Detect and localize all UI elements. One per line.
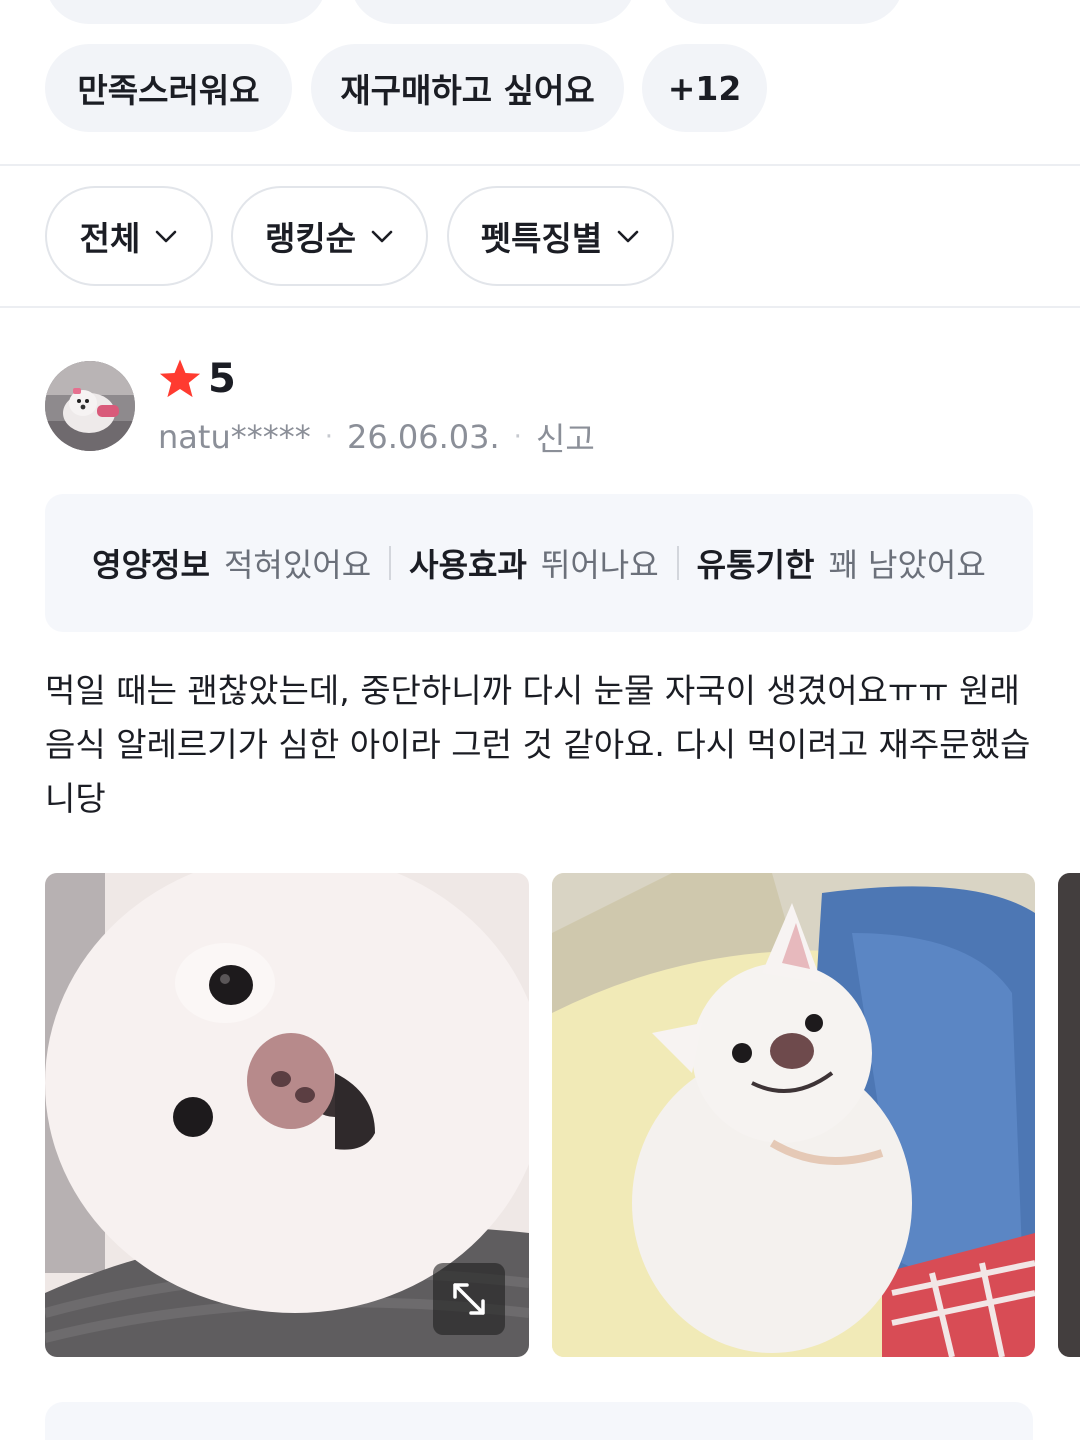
attribute-key: 사용효과 xyxy=(409,546,527,584)
star-icon xyxy=(159,359,201,398)
next-review-attributes xyxy=(45,1402,1033,1440)
section-divider xyxy=(0,306,1080,308)
attribute-divider xyxy=(676,546,679,580)
review-body: 먹일 때는 괜찮았는데, 중단하니까 다시 눈물 자국이 생겼어요ㅠㅠ 원래 음… xyxy=(45,671,1031,818)
filter-all-dropdown[interactable]: 전체 xyxy=(45,186,213,286)
attribute-value: 적혀있어요 xyxy=(223,546,372,584)
report-link[interactable]: 신고 xyxy=(536,414,595,460)
review-photo-3-image xyxy=(1058,873,1080,1357)
review-photo-1[interactable] xyxy=(45,873,529,1357)
keyword-more-button[interactable]: +12 xyxy=(642,44,767,132)
filter-label: 펫특징별 xyxy=(480,219,603,258)
avatar-dog-image xyxy=(45,361,135,451)
filter-sort-dropdown[interactable]: 랭킹순 xyxy=(231,186,428,286)
attribute-key: 유통기한 xyxy=(696,546,815,584)
review-attributes: 영양정보 적혀있어요 사용효과 뛰어나요 유통기한 꽤 남았어요 xyxy=(45,494,1033,632)
attribute-value: 뛰어나요 xyxy=(540,546,659,584)
attribute-divider xyxy=(389,546,392,580)
review-date: 26.06.03. xyxy=(346,418,500,456)
rating-value: 5 xyxy=(208,356,236,402)
keyword-chip-repurchase[interactable]: 재구매하고 싶어요 xyxy=(311,44,624,132)
section-divider xyxy=(0,164,1080,166)
expand-button[interactable] xyxy=(433,1263,505,1335)
keyword-chip-hidden-3[interactable] xyxy=(660,0,904,24)
expand-icon xyxy=(453,1283,485,1315)
chevron-down-icon xyxy=(371,230,393,243)
avatar[interactable] xyxy=(45,361,135,451)
filter-pet-trait-dropdown[interactable]: 펫특징별 xyxy=(447,186,674,286)
reviewer-name: natu***** xyxy=(158,418,311,456)
chevron-down-icon xyxy=(617,230,639,243)
review-meta: natu***** · 26.06.03. · 신고 xyxy=(158,414,595,460)
keyword-chip-hidden-1[interactable] xyxy=(45,0,327,24)
review-page: 만족스러워요 재구매하고 싶어요 +12 전체 랭킹순 펫특징별 5 natu*… xyxy=(0,0,1080,1440)
filter-label: 전체 xyxy=(79,219,141,258)
filter-label: 랭킹순 xyxy=(264,219,357,258)
attribute-value: 꽤 남았어요 xyxy=(828,546,986,584)
dog-on-pillow-image xyxy=(552,873,1035,1357)
keyword-chip-hidden-2[interactable] xyxy=(350,0,636,24)
review-photo-2[interactable] xyxy=(552,873,1035,1357)
attribute-key: 영양정보 xyxy=(92,546,210,584)
keyword-chip-satisfied[interactable]: 만족스러워요 xyxy=(45,44,292,132)
review-photo-3-partial[interactable] xyxy=(1058,873,1080,1357)
chevron-down-icon xyxy=(156,230,177,243)
keyword-more-label: +12 xyxy=(667,68,742,108)
review-rating: 5 xyxy=(158,356,236,402)
keyword-chip-label: 재구매하고 싶어요 xyxy=(340,71,595,110)
keyword-chip-label: 만족스러워요 xyxy=(77,71,260,110)
meta-separator: · xyxy=(324,422,333,452)
meta-separator: · xyxy=(513,422,522,452)
